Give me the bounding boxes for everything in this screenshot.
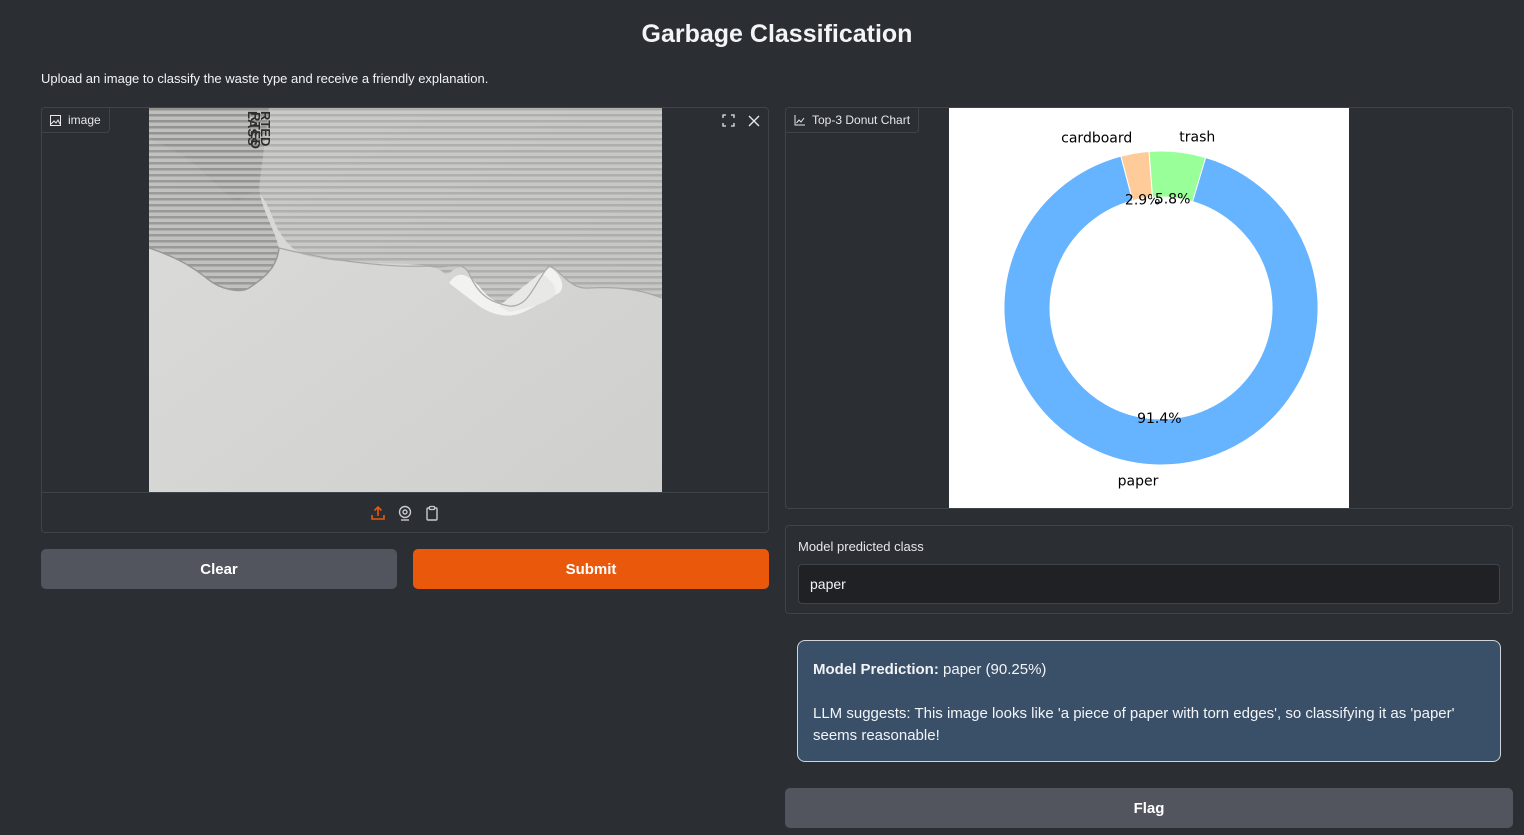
webcam-icon[interactable] bbox=[397, 505, 413, 521]
submit-button[interactable]: Submit bbox=[413, 549, 769, 589]
predicted-class-label: Model predicted class bbox=[798, 539, 924, 554]
page-description: Upload an image to classify the waste ty… bbox=[41, 71, 489, 86]
photo-text-2: LASS bbox=[245, 111, 260, 146]
chart-label-chip: Top-3 Donut Chart bbox=[786, 108, 920, 133]
image-source-bar bbox=[42, 492, 768, 532]
image-input-panel[interactable]: RTED LASS RTED LASS image bbox=[41, 107, 769, 533]
image-label: image bbox=[68, 113, 101, 127]
llm-suggestion: LLM suggests: This image looks like 'a p… bbox=[813, 705, 1455, 744]
upload-icon[interactable] bbox=[370, 505, 386, 521]
chart-icon bbox=[794, 114, 805, 126]
prediction-value: paper (90.25%) bbox=[943, 661, 1047, 678]
donut-label-trash: trash bbox=[1179, 129, 1215, 145]
flag-button[interactable]: Flag bbox=[785, 788, 1513, 828]
donut-chart: paper91.4%cardboard2.9%trash5.8% bbox=[1003, 129, 1319, 490]
chart-canvas: paper 91.4% cardboard 2.9% trash 5.8% bbox=[949, 108, 1349, 508]
clipboard-icon[interactable] bbox=[424, 505, 440, 521]
explanation-box: Model Prediction: paper (90.25%) LLM sug… bbox=[797, 640, 1501, 762]
predicted-class-panel: Model predicted class paper bbox=[785, 525, 1513, 614]
close-icon[interactable] bbox=[743, 110, 764, 131]
donut-value-paper: 91.4% bbox=[1137, 411, 1181, 427]
prediction-label: Model Prediction: bbox=[813, 661, 939, 678]
donut-label-cardboard: cardboard bbox=[1061, 131, 1132, 147]
donut-value-trash: 5.8% bbox=[1155, 192, 1191, 208]
predicted-class-field[interactable]: paper bbox=[798, 564, 1500, 604]
donut-chart-panel: paper 91.4% cardboard 2.9% trash 5.8% Top-3 D… bbox=[785, 107, 1513, 509]
image-icon bbox=[50, 114, 61, 126]
prediction-line: Model Prediction: paper (90.25%) bbox=[813, 659, 1485, 681]
donut-label-paper: paper bbox=[1118, 474, 1159, 490]
uploaded-image: RTED LASS RTED LASS bbox=[149, 108, 662, 492]
chart-label: Top-3 Donut Chart bbox=[812, 113, 911, 127]
image-label-chip: image bbox=[42, 108, 110, 133]
clear-button[interactable]: Clear bbox=[41, 549, 397, 589]
page-title: Garbage Classification bbox=[641, 20, 913, 48]
fullscreen-icon[interactable] bbox=[718, 110, 739, 131]
